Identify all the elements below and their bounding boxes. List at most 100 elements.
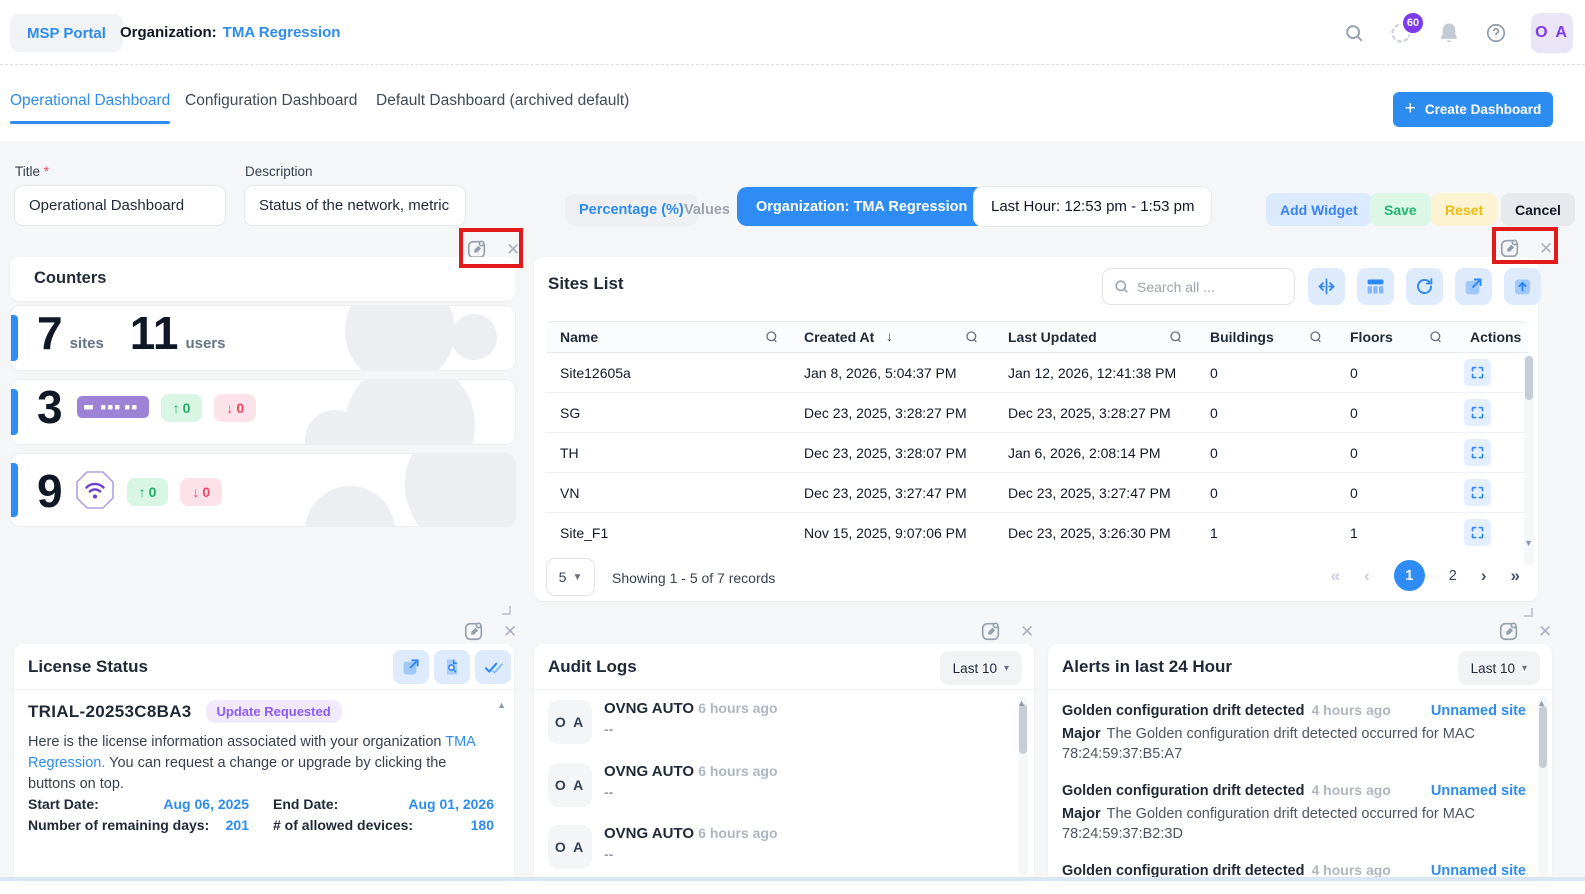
remove-widget-icon[interactable]: ✕: [1539, 240, 1553, 257]
cancel-button[interactable]: Cancel: [1501, 193, 1575, 226]
title-input[interactable]: [14, 185, 226, 226]
open-external-button[interactable]: [1455, 268, 1492, 305]
create-dashboard-button[interactable]: + Create Dashboard: [1393, 92, 1553, 127]
user-avatar[interactable]: O A: [1531, 13, 1573, 53]
filter-created-icon[interactable]: [964, 329, 980, 345]
alerts-scrollbar[interactable]: [1538, 696, 1548, 878]
filter-name-icon[interactable]: [764, 329, 780, 345]
alert-site-link[interactable]: Unnamed site: [1431, 783, 1526, 799]
refresh-button[interactable]: [1406, 268, 1443, 305]
description-input[interactable]: [244, 185, 466, 226]
edit-widget-icon[interactable]: [463, 620, 485, 642]
export-button[interactable]: [1504, 268, 1541, 305]
audit-log-entry[interactable]: O A OVNG AUTO 6 hours ago --: [548, 763, 1004, 813]
alert-entry[interactable]: Golden configuration drift detected 4 ho…: [1062, 702, 1526, 764]
column-settings-button[interactable]: [1357, 268, 1394, 305]
counter-card-access-points[interactable]: 9 ↑0 ↓0: [10, 453, 516, 527]
msp-portal-app: MSP Portal Organization: TMA Regression …: [0, 0, 1585, 894]
table-row[interactable]: VN Dec 23, 2025, 3:27:47 PM Dec 23, 2025…: [546, 473, 1528, 513]
expand-site-button[interactable]: [1464, 519, 1491, 546]
audit-log-entry[interactable]: O A OVNG AUTO 6 hours ago --: [548, 700, 1004, 750]
cell-updated: Dec 23, 2025, 3:28:27 PM: [1008, 405, 1171, 421]
organization-filter-button[interactable]: Organization: TMA Regression: [737, 187, 986, 226]
next-page-button[interactable]: ›: [1481, 566, 1487, 586]
scrollbar-thumb[interactable]: [1525, 356, 1533, 400]
add-widget-button[interactable]: Add Widget: [1266, 193, 1372, 226]
expand-site-button[interactable]: [1464, 439, 1491, 466]
scroll-up-arrow[interactable]: ▲: [1017, 698, 1026, 708]
tab-default-dashboard[interactable]: Default Dashboard (archived default): [376, 92, 629, 110]
reset-button[interactable]: Reset: [1431, 193, 1497, 226]
page-2-button[interactable]: 2: [1449, 568, 1457, 584]
table-row[interactable]: SG Dec 23, 2025, 3:28:27 PM Dec 23, 2025…: [546, 393, 1528, 433]
time-range-button[interactable]: Last Hour: 12:53 pm - 1:53 pm: [973, 186, 1212, 227]
remove-widget-icon[interactable]: ✕: [503, 623, 517, 640]
table-row[interactable]: Site12605a Jan 8, 2026, 5:04:37 PM Jan 1…: [546, 353, 1528, 393]
col-header-updated[interactable]: Last Updated: [1008, 329, 1097, 345]
scrollbar-thumb[interactable]: [1019, 704, 1027, 754]
expand-site-button[interactable]: [1464, 359, 1491, 386]
remove-widget-icon[interactable]: ✕: [506, 241, 520, 258]
col-header-buildings[interactable]: Buildings: [1210, 329, 1274, 345]
table-row[interactable]: Site_F1 Nov 15, 2025, 9:07:06 PM Dec 23,…: [546, 513, 1528, 553]
edit-widget-icon[interactable]: [980, 620, 1002, 642]
tab-operational-dashboard[interactable]: Operational Dashboard: [10, 92, 170, 110]
audit-log-entry[interactable]: O A OVNG AUTO 6 hours ago --: [548, 825, 1004, 875]
toggle-values[interactable]: Values: [684, 202, 730, 218]
page-size-select[interactable]: 5 ▼: [546, 558, 595, 596]
scroll-up-arrow[interactable]: ▲: [497, 700, 506, 710]
audit-widget-controls: ✕: [980, 620, 1034, 642]
sync-spinner-icon[interactable]: 60: [1389, 21, 1413, 45]
tab-configuration-dashboard[interactable]: Configuration Dashboard: [185, 92, 357, 110]
arrow-down-icon: ↓: [192, 484, 199, 500]
counter-card-sites-users[interactable]: 7 sites 11 users: [10, 305, 516, 371]
remove-widget-icon[interactable]: ✕: [1020, 623, 1034, 640]
remove-widget-icon[interactable]: ✕: [1538, 623, 1552, 640]
expand-site-button[interactable]: [1464, 479, 1491, 506]
filter-updated-icon[interactable]: [1168, 329, 1184, 345]
search-icon[interactable]: [1343, 22, 1365, 44]
license-open-button[interactable]: [393, 650, 429, 684]
alerts-filter-button[interactable]: Last 10▾: [1458, 651, 1540, 685]
alert-site-link[interactable]: Unnamed site: [1431, 703, 1526, 719]
edit-widget-icon[interactable]: [1499, 237, 1521, 259]
fit-columns-button[interactable]: [1308, 268, 1345, 305]
first-page-button[interactable]: «: [1331, 566, 1340, 586]
help-icon[interactable]: [1485, 22, 1507, 44]
sites-list-title: Sites List: [548, 274, 624, 294]
sites-search-input[interactable]: [1137, 279, 1284, 295]
filter-floors-icon[interactable]: [1428, 329, 1444, 345]
filter-buildings-icon[interactable]: [1308, 329, 1324, 345]
col-header-name[interactable]: Name: [560, 329, 598, 345]
plus-icon: +: [1405, 99, 1416, 118]
license-review-button[interactable]: [434, 650, 470, 684]
col-header-floors[interactable]: Floors: [1350, 329, 1393, 345]
counters-resize-handle[interactable]: [502, 606, 511, 615]
audit-scrollbar[interactable]: [1018, 696, 1028, 876]
audit-filter-button[interactable]: Last 10▾: [940, 651, 1022, 685]
horizontal-scrollbar-track[interactable]: [0, 877, 1585, 881]
prev-page-button[interactable]: ‹: [1364, 566, 1370, 586]
sort-desc-icon[interactable]: ↓: [886, 328, 893, 344]
org-name-link[interactable]: TMA Regression: [223, 24, 341, 41]
scrollbar-thumb[interactable]: [1539, 706, 1547, 768]
edit-widget-icon[interactable]: [1498, 620, 1520, 642]
sites-resize-handle[interactable]: [1524, 608, 1533, 617]
col-header-created[interactable]: Created At: [804, 329, 874, 345]
counter-card-switches[interactable]: 3 ↑0 ↓0: [10, 379, 516, 445]
toggle-percentage[interactable]: Percentage (%): [565, 194, 698, 226]
page-1-button[interactable]: 1: [1394, 560, 1425, 591]
table-scrollbar[interactable]: [1524, 354, 1534, 566]
table-row[interactable]: TH Dec 23, 2025, 3:28:07 PM Jan 6, 2026,…: [546, 433, 1528, 473]
scroll-up-arrow[interactable]: ▲: [1537, 698, 1546, 708]
license-approve-button[interactable]: [475, 650, 511, 684]
brand-badge[interactable]: MSP Portal: [10, 14, 123, 52]
last-page-button[interactable]: »: [1511, 566, 1520, 586]
bell-icon[interactable]: [1437, 21, 1461, 45]
chevron-down-icon: ▾: [1004, 663, 1009, 674]
alert-message: MajorThe Golden configuration drift dete…: [1062, 804, 1526, 844]
expand-site-button[interactable]: [1464, 399, 1491, 426]
save-button[interactable]: Save: [1370, 193, 1431, 226]
scroll-down-arrow[interactable]: ▼: [1524, 538, 1533, 548]
alert-entry[interactable]: Golden configuration drift detected 4 ho…: [1062, 782, 1526, 844]
